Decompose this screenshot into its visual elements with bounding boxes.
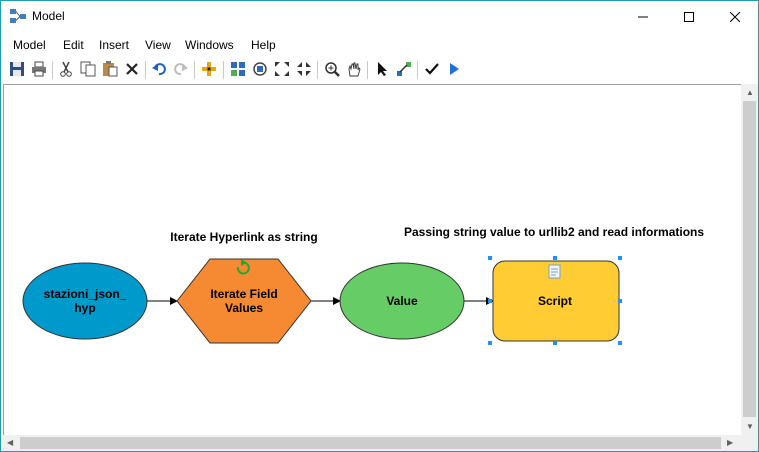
scrollbar-corner	[741, 435, 758, 451]
selection-handle[interactable]	[488, 256, 492, 260]
node-script[interactable]: Script	[488, 256, 622, 345]
node-input-variable[interactable]: stazioni_json_ hyp	[22, 262, 148, 340]
script-tool-icon	[548, 264, 561, 279]
selection-handle[interactable]	[553, 256, 557, 260]
selection-handle[interactable]	[618, 256, 622, 260]
horizontal-scroll-thumb[interactable]	[20, 437, 721, 449]
value-label: Value	[386, 294, 418, 308]
script-caption: Passing string value to urllib2 and read…	[404, 225, 704, 239]
iterator-label-line1: Iterate Field	[210, 287, 277, 301]
model-window: Model Model Edit Insert View Windows Hel…	[0, 0, 759, 452]
node-iterator[interactable]: Iterate Field Values	[176, 258, 312, 344]
scroll-right-icon[interactable]: ▶	[727, 438, 733, 447]
selection-handle[interactable]	[488, 299, 492, 303]
scroll-up-icon[interactable]: ▲	[746, 88, 754, 97]
input-label-line1: stazioni_json_	[44, 287, 127, 301]
input-label-line2: hyp	[74, 301, 95, 315]
vertical-scroll-thumb[interactable]	[743, 101, 756, 417]
node-value[interactable]: Value	[339, 262, 465, 340]
selection-handle[interactable]	[553, 341, 557, 345]
iterator-label-line2: Values	[225, 301, 263, 315]
selection-handle[interactable]	[618, 299, 622, 303]
script-label: Script	[538, 294, 572, 308]
selection-handle[interactable]	[488, 341, 492, 345]
iterate-caption: Iterate Hyperlink as string	[170, 230, 317, 244]
model-diagram: Iterate Hyperlink as string Passing stri…	[22, 225, 704, 345]
selection-handle[interactable]	[618, 341, 622, 345]
scroll-down-icon[interactable]: ▼	[746, 422, 754, 431]
scroll-left-icon[interactable]: ◀	[7, 438, 13, 447]
